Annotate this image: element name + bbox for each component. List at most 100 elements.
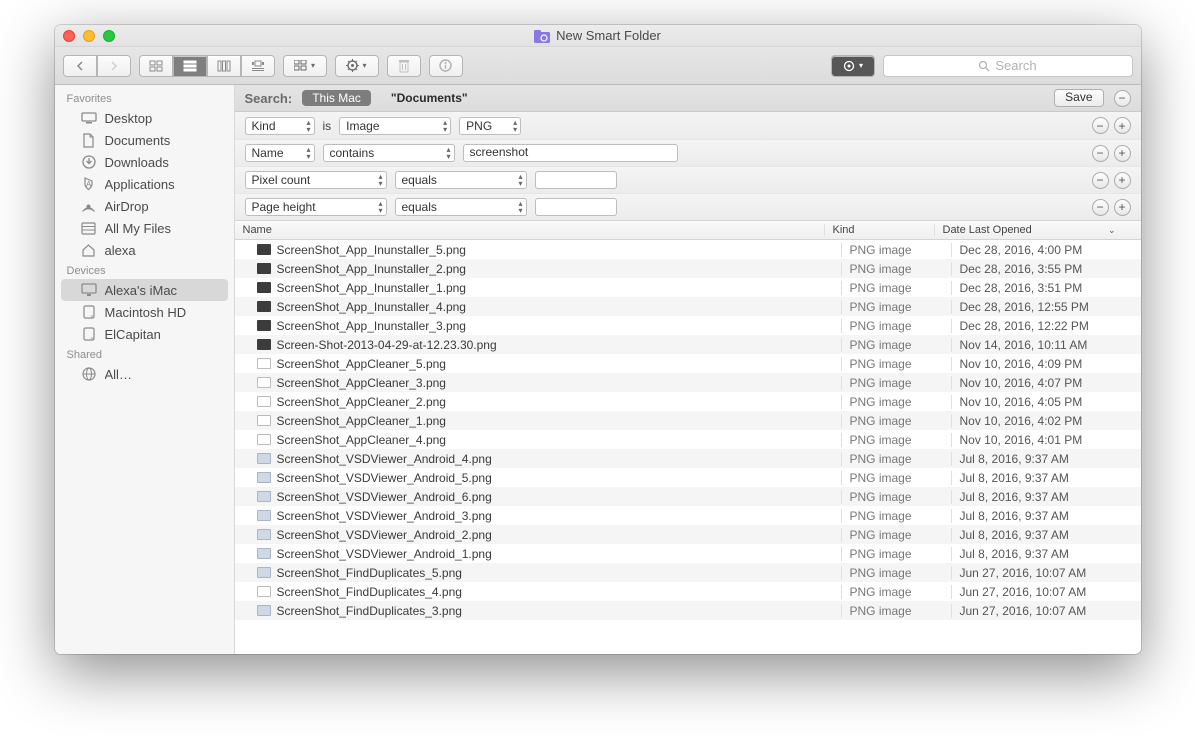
table-row[interactable]: ScreenShot_VSDViewer_Android_6.pngPNG im…	[235, 487, 1141, 506]
criteria-select[interactable]: Page height▴▾	[245, 198, 387, 216]
table-row[interactable]: ScreenShot_App_Inunstaller_2.pngPNG imag…	[235, 259, 1141, 278]
search-input[interactable]: Search	[883, 55, 1133, 77]
file-date: Jun 27, 2016, 10:07 AM	[951, 585, 1141, 599]
sidebar-item-alexa-s-imac[interactable]: Alexa's iMac	[61, 279, 228, 301]
table-row[interactable]: ScreenShot_AppCleaner_1.pngPNG imageNov …	[235, 411, 1141, 430]
file-name: ScreenShot_AppCleaner_5.png	[277, 357, 446, 371]
criteria-text-input[interactable]: screenshot	[463, 144, 678, 162]
file-name: ScreenShot_VSDViewer_Android_6.png	[277, 490, 492, 504]
remove-criteria-button[interactable]: −	[1092, 145, 1109, 162]
view-icons-button[interactable]	[139, 55, 173, 77]
sidebar-item-applications[interactable]: AApplications	[61, 173, 228, 195]
table-row[interactable]: ScreenShot_App_Inunstaller_1.pngPNG imag…	[235, 278, 1141, 297]
file-date: Jul 8, 2016, 9:37 AM	[951, 509, 1141, 523]
file-thumb-icon	[257, 491, 271, 502]
info-button[interactable]	[429, 55, 463, 77]
column-name[interactable]: Name	[235, 224, 824, 236]
table-row[interactable]: ScreenShot_FindDuplicates_3.pngPNG image…	[235, 601, 1141, 620]
remove-criteria-button[interactable]: −	[1092, 172, 1109, 189]
table-row[interactable]: ScreenShot_App_Inunstaller_3.pngPNG imag…	[235, 316, 1141, 335]
save-button[interactable]: Save	[1054, 89, 1103, 107]
file-name: ScreenShot_AppCleaner_2.png	[277, 395, 446, 409]
table-row[interactable]: ScreenShot_FindDuplicates_4.pngPNG image…	[235, 582, 1141, 601]
column-date[interactable]: Date Last Opened ⌄	[934, 224, 1124, 236]
file-kind: PNG image	[841, 452, 951, 466]
sidebar-item-airdrop[interactable]: AirDrop	[61, 195, 228, 217]
back-button[interactable]	[63, 55, 97, 77]
criteria-op-text: is	[323, 119, 332, 133]
file-date: Dec 28, 2016, 3:55 PM	[951, 262, 1141, 276]
sidebar-item-elcapitan[interactable]: ElCapitan	[61, 323, 228, 345]
arrange-menu[interactable]: ▾	[283, 55, 327, 77]
column-kind[interactable]: Kind	[824, 224, 934, 236]
scope-this-mac[interactable]: This Mac	[302, 90, 371, 106]
collapse-criteria-button[interactable]: −	[1114, 90, 1131, 107]
sidebar-item-downloads[interactable]: Downloads	[61, 151, 228, 173]
file-thumb-icon	[257, 396, 271, 407]
table-row[interactable]: ScreenShot_AppCleaner_3.pngPNG imageNov …	[235, 373, 1141, 392]
table-row[interactable]: ScreenShot_AppCleaner_2.pngPNG imageNov …	[235, 392, 1141, 411]
action-menu[interactable]: ▾	[335, 55, 379, 77]
file-list[interactable]: ScreenShot_App_Inunstaller_5.pngPNG imag…	[235, 240, 1141, 654]
remove-criteria-button[interactable]: −	[1092, 199, 1109, 216]
criteria-select[interactable]: contains▴▾	[323, 144, 455, 162]
file-thumb-icon	[257, 548, 271, 559]
criteria-select[interactable]: Name▴▾	[245, 144, 315, 162]
table-row[interactable]: ScreenShot_App_Inunstaller_4.pngPNG imag…	[235, 297, 1141, 316]
table-row[interactable]: ScreenShot_VSDViewer_Android_1.pngPNG im…	[235, 544, 1141, 563]
file-name: ScreenShot_VSDViewer_Android_2.png	[277, 528, 492, 542]
sidebar-item-all-my-files[interactable]: All My Files	[61, 217, 228, 239]
sidebar-item-documents[interactable]: Documents	[61, 129, 228, 151]
criteria-number-input[interactable]	[535, 198, 617, 216]
sidebar-item-alexa[interactable]: alexa	[61, 239, 228, 261]
table-row[interactable]: ScreenShot_FindDuplicates_5.pngPNG image…	[235, 563, 1141, 582]
traffic-lights	[63, 30, 115, 42]
criteria-select[interactable]: Pixel count▴▾	[245, 171, 387, 189]
table-row[interactable]: ScreenShot_AppCleaner_5.pngPNG imageNov …	[235, 354, 1141, 373]
remove-criteria-button[interactable]: −	[1092, 117, 1109, 134]
file-kind: PNG image	[841, 604, 951, 618]
file-thumb-icon	[257, 586, 271, 597]
file-kind: PNG image	[841, 243, 951, 257]
table-row[interactable]: Screen-Shot-2013-04-29-at-12.23.30.pngPN…	[235, 335, 1141, 354]
file-thumb-icon	[257, 434, 271, 445]
scope-documents[interactable]: "Documents"	[381, 90, 478, 106]
file-thumb-icon	[257, 282, 271, 293]
table-row[interactable]: ScreenShot_VSDViewer_Android_3.pngPNG im…	[235, 506, 1141, 525]
share-menu[interactable]: ▾	[831, 55, 875, 77]
view-list-button[interactable]	[173, 55, 207, 77]
criteria-select[interactable]: Image▴▾	[339, 117, 451, 135]
add-criteria-button[interactable]: +	[1114, 145, 1131, 162]
sidebar-item-desktop[interactable]: Desktop	[61, 107, 228, 129]
table-row[interactable]: ScreenShot_AppCleaner_4.pngPNG imageNov …	[235, 430, 1141, 449]
criteria-select[interactable]: PNG▴▾	[459, 117, 521, 135]
search-icon	[978, 60, 990, 72]
criteria-row: Pixel count▴▾ equals▴▾ −+	[235, 166, 1141, 193]
criteria-select[interactable]: equals▴▾	[395, 198, 527, 216]
add-criteria-button[interactable]: +	[1114, 199, 1131, 216]
sidebar-item-macintosh-hd[interactable]: Macintosh HD	[61, 301, 228, 323]
allmyfiles-icon	[81, 220, 97, 236]
zoom-button[interactable]	[103, 30, 115, 42]
file-thumb-icon	[257, 605, 271, 616]
table-row[interactable]: ScreenShot_VSDViewer_Android_4.pngPNG im…	[235, 449, 1141, 468]
table-row[interactable]: ScreenShot_VSDViewer_Android_5.pngPNG im…	[235, 468, 1141, 487]
table-row[interactable]: ScreenShot_VSDViewer_Android_2.pngPNG im…	[235, 525, 1141, 544]
sidebar-item-label: ElCapitan	[105, 327, 161, 342]
view-coverflow-button[interactable]	[241, 55, 275, 77]
add-criteria-button[interactable]: +	[1114, 117, 1131, 134]
minimize-button[interactable]	[83, 30, 95, 42]
add-criteria-button[interactable]: +	[1114, 172, 1131, 189]
file-thumb-icon	[257, 567, 271, 578]
svg-text:A: A	[86, 180, 92, 189]
smart-folder-icon	[534, 28, 550, 43]
delete-button[interactable]	[387, 55, 421, 77]
close-button[interactable]	[63, 30, 75, 42]
criteria-number-input[interactable]	[535, 171, 617, 189]
criteria-select[interactable]: equals▴▾	[395, 171, 527, 189]
forward-button[interactable]	[97, 55, 131, 77]
criteria-select[interactable]: Kind▴▾	[245, 117, 315, 135]
table-row[interactable]: ScreenShot_App_Inunstaller_5.pngPNG imag…	[235, 240, 1141, 259]
view-columns-button[interactable]	[207, 55, 241, 77]
sidebar-item-all-[interactable]: All…	[61, 363, 228, 385]
